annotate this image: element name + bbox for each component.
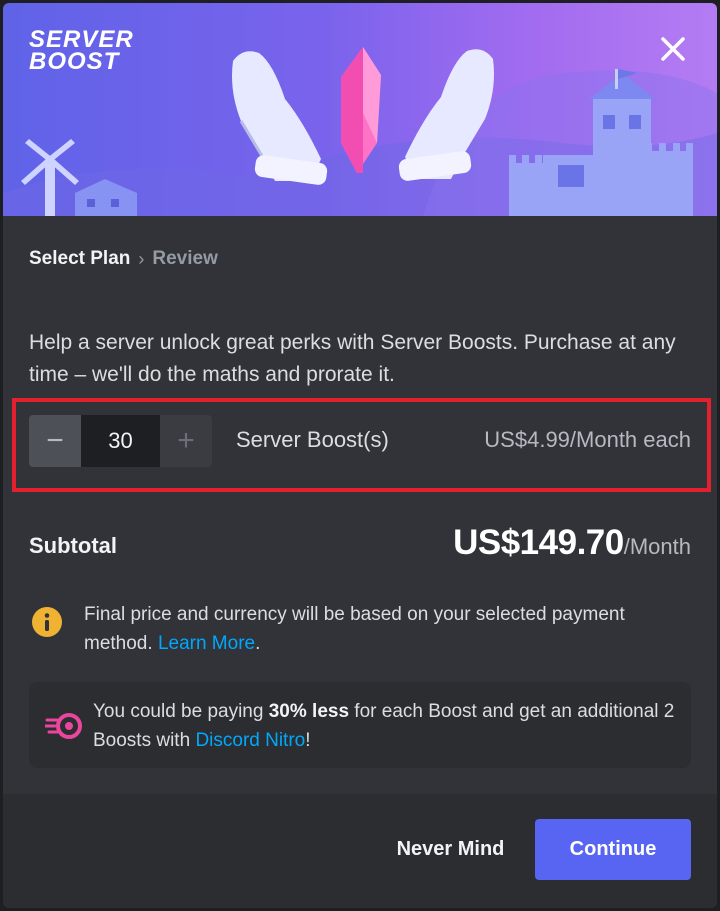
nitro-upsell-box: You could be paying 30% less for each Bo… [29,682,691,768]
breadcrumb-select-plan: Select Plan [29,248,131,269]
subtotal-amount: US$149.70 [453,523,624,562]
server-boost-modal: SERVER BOOST Select Plan › Review Help a… [3,3,717,908]
hero-title-line2: BOOST [29,48,120,75]
continue-button[interactable]: Continue [535,819,691,880]
quantity-value[interactable]: 30 [81,415,160,467]
payment-info-text: Final price and currency will be based o… [84,600,684,658]
payment-info-suffix: . [255,633,261,654]
nitro-text-suffix: ! [305,730,311,751]
hero-banner: SERVER BOOST [3,3,717,216]
price-each: US$4.99/Month each [484,427,691,452]
nitro-discount-text: 30% less [268,701,350,722]
plan-description: Help a server unlock great perks with Se… [29,331,676,386]
increment-button[interactable]: + [160,415,212,467]
subtotal-period: /Month [623,534,691,559]
close-icon [661,37,685,61]
chevron-right-icon: › [138,248,145,269]
breadcrumb-review: Review [152,248,218,269]
info-icon [32,607,62,637]
left-hand-graphic [232,51,328,185]
never-mind-button[interactable]: Never Mind [383,818,518,880]
boost-unit-label: Server Boost(s) [236,427,389,452]
nitro-icon [45,713,82,739]
subtotal-price: US$149.70 /Month [453,523,691,563]
discord-nitro-link[interactable]: Discord Nitro [195,730,305,751]
modal-footer: Never Mind Continue [3,794,717,908]
nitro-text-before: You could be paying [93,701,269,722]
hero-title: SERVER BOOST [29,28,169,75]
breadcrumb: Select Plan › Review [29,247,218,271]
quantity-stepper: − 30 + [29,415,212,467]
nitro-upsell-text: You could be paying 30% less for each Bo… [93,697,683,755]
close-button[interactable] [655,31,691,67]
subtotal-label: Subtotal [29,533,117,558]
decrement-button[interactable]: − [29,415,81,467]
learn-more-link[interactable]: Learn More [158,633,255,654]
